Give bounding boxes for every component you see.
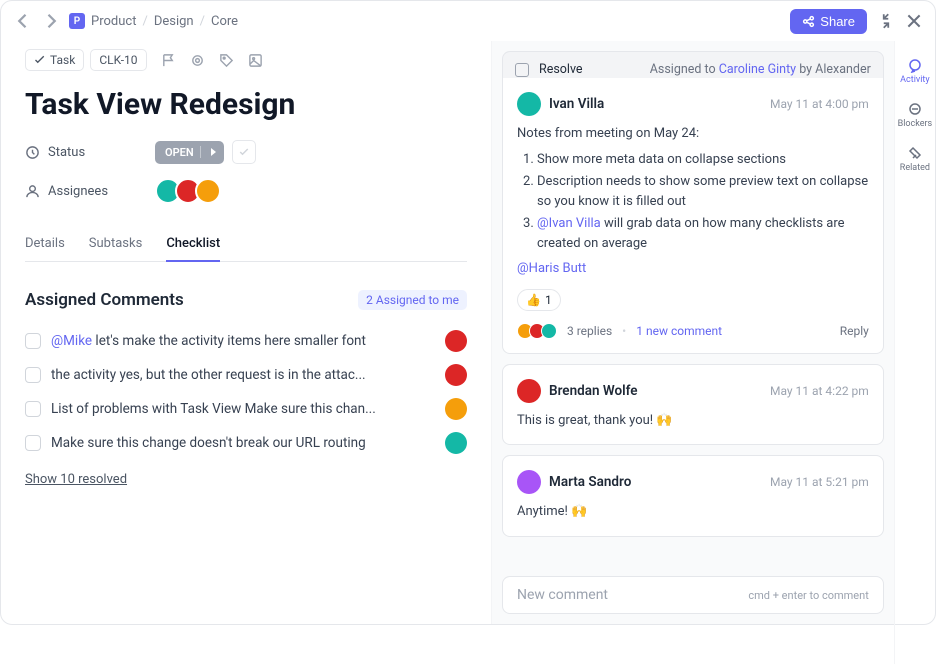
mention[interactable]: @Ivan Villa <box>537 216 601 231</box>
comment-author: Marta Sandro <box>549 474 631 490</box>
comment-text: @Mike let's make the activity items here… <box>51 333 435 349</box>
section-title: Assigned Comments <box>25 290 184 310</box>
side-rail: ActivityBlockersRelated <box>894 41 935 664</box>
task-id-chip[interactable]: CLK-10 <box>90 49 146 71</box>
nav-forward-button[interactable] <box>41 11 61 31</box>
comment-checkbox[interactable] <box>25 435 41 451</box>
comment-checkbox[interactable] <box>25 333 41 349</box>
composer-placeholder: New comment <box>517 587 608 603</box>
avatar <box>445 364 467 386</box>
assigned-to-text: Assigned to Caroline Ginty by Alexander <box>650 62 871 77</box>
assigned-comment-row[interactable]: the activity yes, but the other request … <box>25 358 467 392</box>
tabs: Details Subtasks Checklist <box>25 228 467 262</box>
assignees-label: Assignees <box>25 184 155 199</box>
replies-count[interactable]: 3 replies <box>567 324 612 338</box>
assigned-comment-row[interactable]: @Mike let's make the activity items here… <box>25 324 467 358</box>
show-resolved-link[interactable]: Show 10 resolved <box>25 472 127 487</box>
tag-icon[interactable] <box>219 53 234 68</box>
comment-time: May 11 at 4:00 pm <box>770 97 869 111</box>
avatar <box>517 470 541 494</box>
breadcrumb-item[interactable]: Core <box>211 14 238 29</box>
activity-panel: Resolve Assigned to Caroline Ginty by Al… <box>491 41 894 624</box>
collapse-icon[interactable] <box>877 12 895 30</box>
avatar <box>445 398 467 420</box>
resolve-checkbox[interactable] <box>515 63 529 77</box>
comment-author: Brendan Wolfe <box>549 383 638 399</box>
status-pill[interactable]: OPEN <box>155 141 224 164</box>
task-detail-panel: Task CLK-10 Task View Redesign Status OP… <box>1 41 491 624</box>
avatar <box>445 330 467 352</box>
assignee-avatars[interactable] <box>155 178 221 204</box>
comment-text: List of problems with Task View Make sur… <box>51 401 435 417</box>
nav-back-button[interactable] <box>13 11 33 31</box>
avatar <box>541 323 557 339</box>
resolve-label: Resolve <box>539 62 583 77</box>
comment-text: the activity yes, but the other request … <box>51 367 435 383</box>
avatar <box>195 178 221 204</box>
composer-hint: cmd + enter to comment <box>748 589 868 602</box>
comment-checkbox[interactable] <box>25 367 41 383</box>
target-icon[interactable] <box>190 53 205 68</box>
status-label: Status <box>25 145 155 160</box>
comment-time: May 11 at 4:22 pm <box>770 384 869 398</box>
comment-author: Ivan Villa <box>549 96 604 112</box>
complete-checkbox[interactable] <box>232 140 256 164</box>
share-button[interactable]: Share <box>790 9 867 34</box>
breadcrumb-item[interactable]: Design <box>154 14 194 29</box>
tab-details[interactable]: Details <box>25 228 65 261</box>
comment-composer[interactable]: New comment cmd + enter to comment <box>502 576 884 614</box>
avatar <box>517 92 541 116</box>
image-icon[interactable] <box>248 53 263 68</box>
task-type-chip[interactable]: Task <box>25 49 84 71</box>
assignee-link[interactable]: Caroline Ginty <box>719 62 796 77</box>
reaction-pill[interactable]: 👍1 <box>517 289 561 311</box>
rail-blockers[interactable]: Blockers <box>895 95 935 135</box>
assigned-count-badge: 2 Assigned to me <box>358 290 467 310</box>
comment-text: Make sure this change doesn't break our … <box>51 435 435 451</box>
comment-card: Marta Sandro May 11 at 5:21 pm Anytime! … <box>502 455 884 537</box>
topbar: P Product / Design / Core Share <box>1 1 935 41</box>
comment-checkbox[interactable] <box>25 401 41 417</box>
tab-subtasks[interactable]: Subtasks <box>89 228 143 261</box>
breadcrumb-item[interactable]: Product <box>91 14 136 29</box>
mention[interactable]: @Mike <box>51 333 92 349</box>
mention[interactable]: @Haris Butt <box>517 261 586 276</box>
assigned-comment-row[interactable]: List of problems with Task View Make sur… <box>25 392 467 426</box>
reply-button[interactable]: Reply <box>840 324 869 338</box>
comment-card: Brendan Wolfe May 11 at 4:22 pm This is … <box>502 364 884 446</box>
project-badge: P <box>69 13 85 29</box>
comment-time: May 11 at 5:21 pm <box>770 475 869 489</box>
rail-activity[interactable]: Activity <box>895 51 935 91</box>
assigned-comment-row[interactable]: Make sure this change doesn't break our … <box>25 426 467 460</box>
breadcrumb: P Product / Design / Core <box>69 13 238 29</box>
comment-card: Ivan Villa May 11 at 4:00 pm Notes from … <box>502 78 884 354</box>
flag-icon[interactable] <box>161 53 176 68</box>
rail-related[interactable]: Related <box>895 139 935 179</box>
avatar <box>517 379 541 403</box>
task-title: Task View Redesign <box>25 87 467 122</box>
avatar <box>445 432 467 454</box>
comment-list: @Mike let's make the activity items here… <box>25 324 467 460</box>
close-icon[interactable] <box>905 12 923 30</box>
tab-checklist[interactable]: Checklist <box>166 228 220 261</box>
new-comment-indicator[interactable]: 1 new comment <box>636 324 722 338</box>
